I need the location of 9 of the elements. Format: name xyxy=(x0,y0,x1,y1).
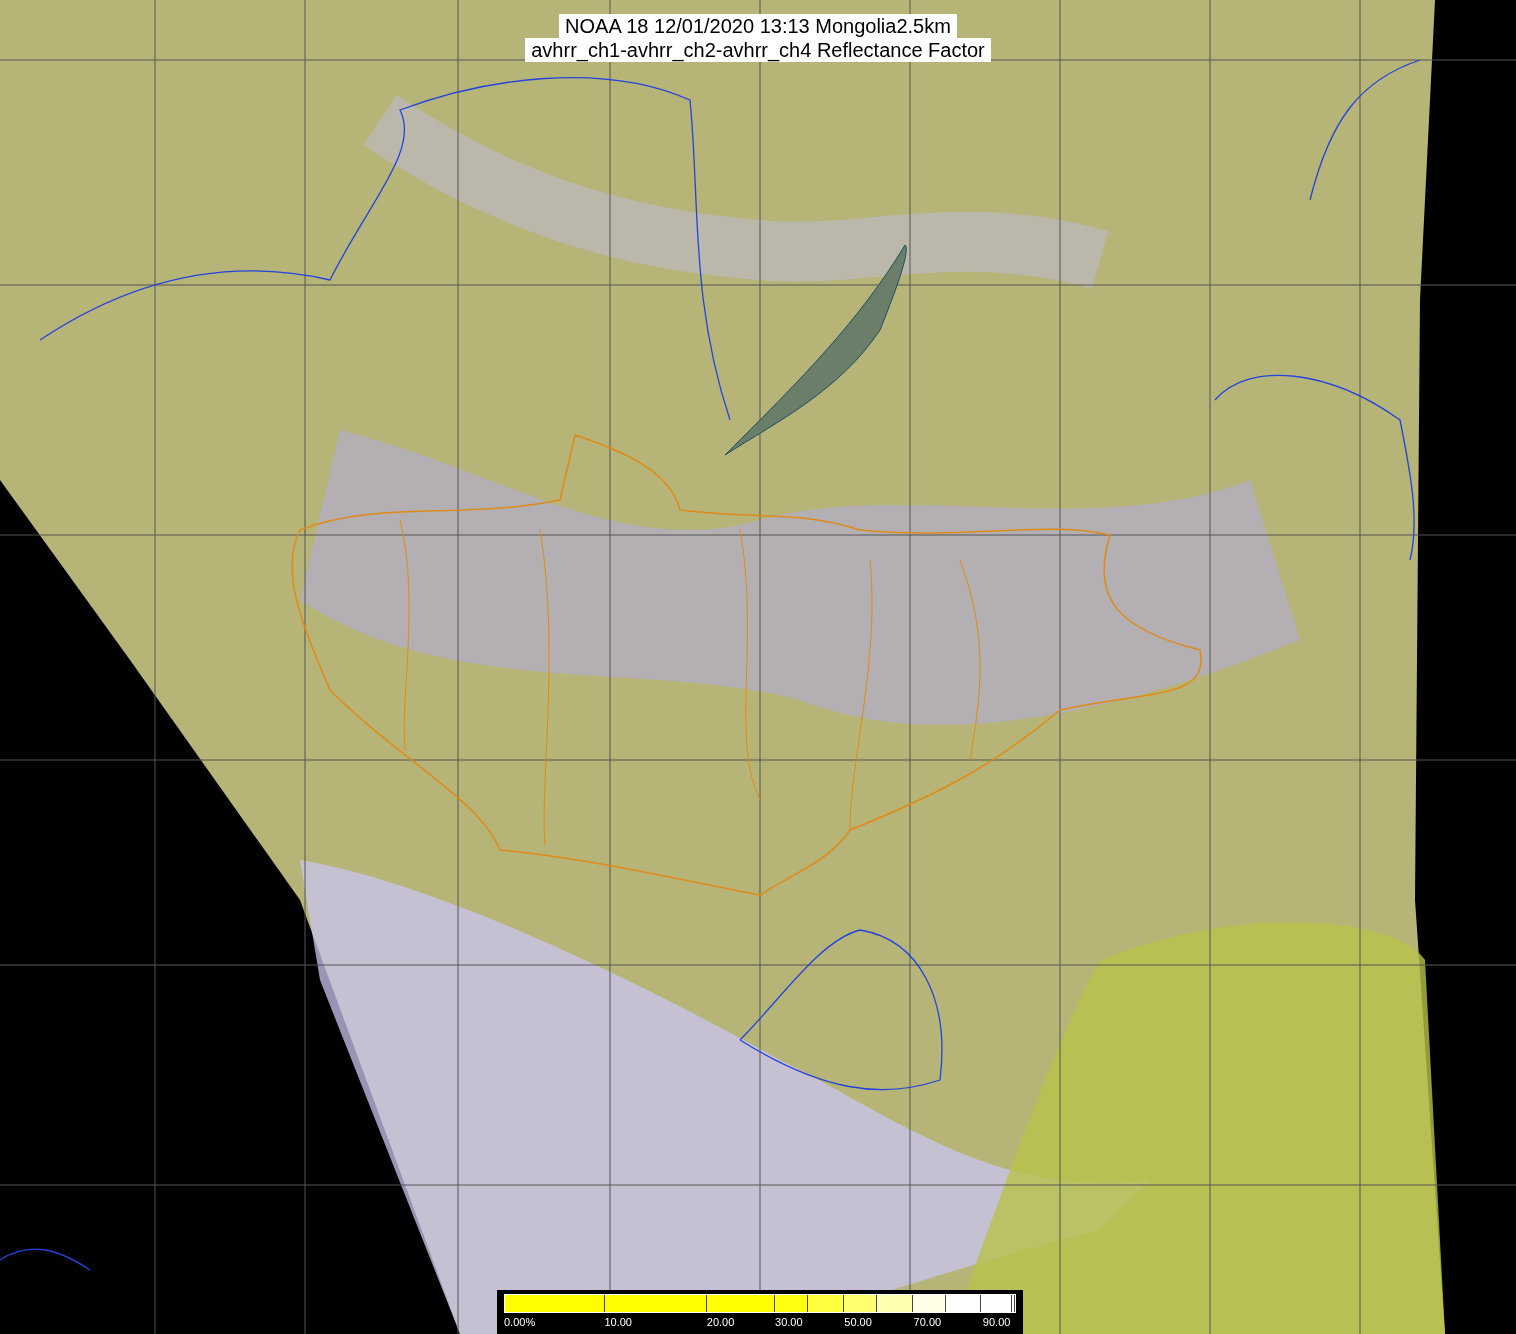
colorbar-label: 90.00 xyxy=(982,1316,1011,1328)
colorbar-label: 50.00 xyxy=(844,1316,872,1328)
colorbar-label: 20.00 xyxy=(706,1316,735,1328)
colorbar-label: 70.00 xyxy=(913,1316,942,1328)
colorbar-label: 10.00 xyxy=(604,1316,632,1328)
map-title: avhrr_ch1-avhrr_ch2-avhrr_ch4 Reflectance Factor xyxy=(525,38,991,62)
colorbar-label: 0.00% xyxy=(504,1316,536,1328)
colorbar-label: 30.00 xyxy=(775,1316,803,1328)
map-title: NOAA 18 12/01/2020 13:13 Mongolia2.5km xyxy=(559,14,957,38)
